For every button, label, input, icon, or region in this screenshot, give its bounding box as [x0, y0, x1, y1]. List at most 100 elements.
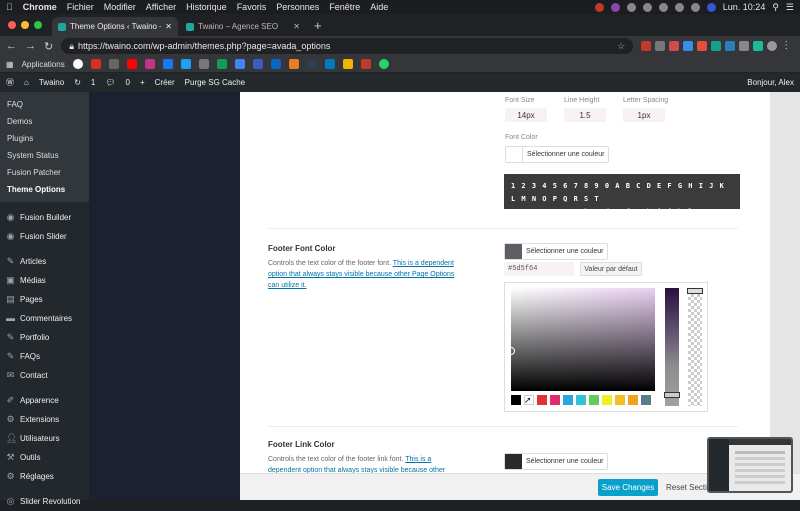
- extension-icon[interactable]: [697, 41, 708, 51]
- bookmark-icon[interactable]: [252, 59, 263, 69]
- palette-swatch[interactable]: [602, 395, 612, 405]
- control-center-icon[interactable]: ☰: [786, 2, 794, 13]
- clock[interactable]: Lun. 10:24: [723, 2, 766, 12]
- palette-swatch[interactable]: [563, 395, 573, 405]
- submenu-item-faq[interactable]: FAQ: [0, 96, 89, 113]
- user-greeting[interactable]: Bonjour, Alex: [747, 78, 794, 87]
- comments-icon[interactable]: 💬︎: [105, 78, 115, 87]
- apps-bookmark[interactable]: Applications: [22, 60, 65, 69]
- screenshot-thumbnail[interactable]: [707, 437, 793, 493]
- palette-swatch[interactable]: [589, 395, 599, 405]
- menu-fichier[interactable]: Fichier: [67, 2, 94, 12]
- bookmark-icon[interactable]: [234, 59, 245, 69]
- letter-spacing-input[interactable]: 1px: [623, 108, 665, 122]
- sidebar-item-reglages[interactable]: ⚙ Réglages: [0, 467, 89, 486]
- submenu-item-fusion-patcher[interactable]: Fusion Patcher: [0, 164, 89, 181]
- tab-theme-options[interactable]: Theme Options ‹ Twaino — W ✕: [52, 17, 178, 36]
- trello-bookmark-icon[interactable]: [324, 59, 335, 69]
- forward-icon[interactable]: →: [25, 40, 36, 52]
- apps-grid-icon[interactable]: ▦: [6, 60, 14, 69]
- volume-icon[interactable]: [658, 2, 668, 12]
- menu-afficher[interactable]: Afficher: [146, 2, 176, 12]
- more-vert-icon[interactable]: ⋮: [781, 41, 791, 51]
- palette-swatch[interactable]: [576, 395, 586, 405]
- reload-icon[interactable]: ↻: [44, 40, 53, 53]
- palette-swatch[interactable]: [628, 395, 638, 405]
- font-color-button[interactable]: Sélectionner une couleur: [505, 146, 610, 163]
- sidebar-item-utilisateurs[interactable]: 👤︎ Utilisateurs: [0, 429, 89, 448]
- sidebar-item-slider-revolution[interactable]: ◎ Slider Revolution: [0, 492, 89, 511]
- footer-link-color-button[interactable]: Sélectionner une couleur: [504, 453, 609, 470]
- sidebar-item-medias[interactable]: ▣ Médias: [0, 271, 89, 290]
- record-icon[interactable]: [594, 2, 604, 12]
- menu-chrome[interactable]: Chrome: [23, 2, 57, 12]
- bookmark-icon[interactable]: [108, 59, 119, 69]
- extension-icon[interactable]: [711, 41, 722, 51]
- sidebar-item-faqs[interactable]: ✎ FAQs: [0, 347, 89, 366]
- youtube-bookmark-icon[interactable]: [126, 59, 137, 69]
- submenu-item-theme-options[interactable]: Theme Options: [0, 181, 89, 198]
- save-changes-button[interactable]: Save Changes: [598, 479, 658, 496]
- comments-count[interactable]: 0: [126, 78, 130, 87]
- sidebar-item-commentaires[interactable]: ▬ Commentaires: [0, 309, 89, 328]
- app-status-icon[interactable]: [610, 2, 620, 12]
- facebook-bookmark-icon[interactable]: [162, 59, 173, 69]
- saturation-handle[interactable]: [507, 347, 515, 355]
- linkedin-bookmark-icon[interactable]: [270, 59, 281, 69]
- palette-swatch[interactable]: [641, 395, 651, 405]
- extension-icon[interactable]: [753, 41, 764, 51]
- footer-font-color-button[interactable]: Sélectionner une couleur: [504, 243, 609, 260]
- bookmark-icon[interactable]: [198, 59, 209, 69]
- clock-status-icon[interactable]: [626, 2, 636, 12]
- extension-icon[interactable]: [655, 41, 666, 51]
- menu-fenetre[interactable]: Fenêtre: [329, 2, 360, 12]
- menu-historique[interactable]: Historique: [186, 2, 227, 12]
- bookmark-icon[interactable]: [306, 59, 317, 69]
- maximize-window-button[interactable]: [34, 21, 42, 29]
- whatsapp-bookmark-icon[interactable]: [378, 59, 389, 69]
- bookmark-star-icon[interactable]: ☆: [617, 41, 625, 52]
- close-icon[interactable]: ✕: [293, 22, 300, 31]
- extension-icon[interactable]: [641, 41, 652, 51]
- close-icon[interactable]: ✕: [165, 22, 172, 31]
- saturation-area[interactable]: [507, 288, 655, 391]
- search-icon[interactable]: ⚲: [772, 2, 779, 13]
- google-bookmark-icon[interactable]: [72, 59, 83, 69]
- bookmark-icon[interactable]: [216, 59, 227, 69]
- alpha-handle[interactable]: [687, 288, 703, 294]
- gmail-bookmark-icon[interactable]: [90, 59, 101, 69]
- sidebar-item-contact[interactable]: ✉ Contact: [0, 366, 89, 385]
- tab-twaino-agence[interactable]: Twaino – Agence SEO ✕: [180, 17, 306, 36]
- extension-icon[interactable]: [683, 41, 694, 51]
- updates-count[interactable]: 1: [91, 78, 95, 87]
- menu-aide[interactable]: Aide: [370, 2, 388, 12]
- menu-favoris[interactable]: Favoris: [237, 2, 267, 12]
- palette-swatch[interactable]: [511, 395, 521, 405]
- address-bar[interactable]: 🔒︎ https://twaino.com/wp-admin/themes.ph…: [61, 38, 634, 54]
- submenu-item-demos[interactable]: Demos: [0, 113, 89, 130]
- sidebar-item-outils[interactable]: ⚒ Outils: [0, 448, 89, 467]
- apple-icon[interactable]: : [6, 2, 13, 12]
- back-icon[interactable]: ←: [6, 40, 17, 52]
- line-height-input[interactable]: 1.5: [564, 108, 606, 122]
- palette-swatch[interactable]: [550, 395, 560, 405]
- default-value-button[interactable]: Valeur par défaut: [580, 262, 642, 276]
- hue-handle[interactable]: [664, 392, 680, 398]
- minimize-window-button[interactable]: [21, 21, 29, 29]
- palette-swatch[interactable]: [615, 395, 625, 405]
- menu-personnes[interactable]: Personnes: [276, 2, 319, 12]
- wordpress-logo-icon[interactable]: Ⓦ: [6, 77, 14, 88]
- extension-icon[interactable]: [725, 41, 736, 51]
- updates-icon[interactable]: ↻: [74, 78, 81, 87]
- menu-modifier[interactable]: Modifier: [104, 2, 136, 12]
- extension-icon[interactable]: [739, 41, 750, 51]
- font-size-input[interactable]: 14px: [505, 108, 547, 122]
- sidebar-item-portfolio[interactable]: ✎ Portfolio: [0, 328, 89, 347]
- profile-icon[interactable]: [767, 41, 778, 51]
- submenu-item-plugins[interactable]: Plugins: [0, 130, 89, 147]
- twitter-bookmark-icon[interactable]: [180, 59, 191, 69]
- flag-icon[interactable]: [706, 2, 716, 12]
- wifi-icon[interactable]: [674, 2, 684, 12]
- palette-swatch[interactable]: [537, 395, 547, 405]
- close-window-button[interactable]: [8, 21, 16, 29]
